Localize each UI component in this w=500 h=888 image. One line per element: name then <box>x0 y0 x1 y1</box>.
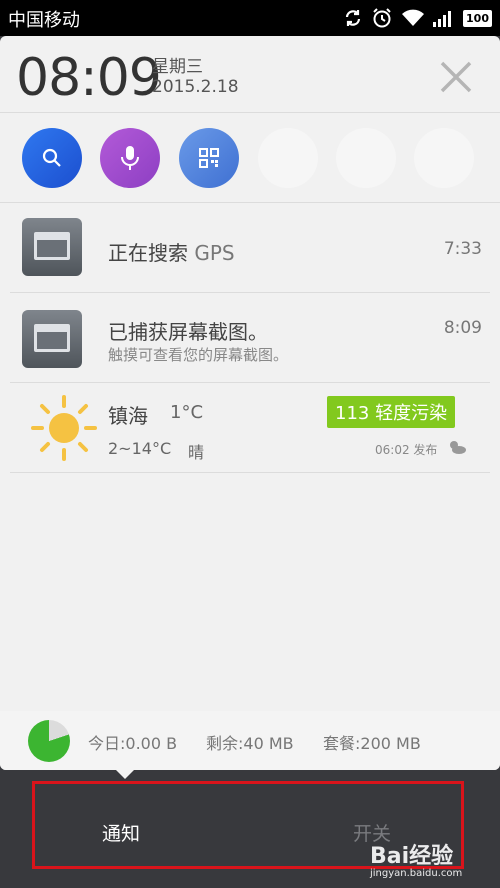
voice-toggle[interactable] <box>100 128 160 188</box>
weekday-label: 星期三 <box>152 57 203 77</box>
status-icons: 100 <box>343 7 492 29</box>
close-icon[interactable] <box>433 54 479 100</box>
tab-notifications[interactable]: 通知 <box>102 819 140 846</box>
screenshot-notification-subtitle: 触摸可查看您的屏幕截图。 <box>108 346 289 364</box>
sync-icon <box>345 10 361 26</box>
notification-divider <box>10 292 490 293</box>
date-label: 2015.2.18 <box>152 77 239 97</box>
data-plan: 套餐:200 MB <box>323 734 421 753</box>
alarm-icon <box>373 8 391 28</box>
screenshot-notification-time: 8:09 <box>443 318 482 338</box>
weather-divider <box>10 472 490 473</box>
carrier-name: 中国移动 <box>8 10 80 31</box>
status-bar: 中国移动 100 <box>0 0 500 36</box>
gps-notification-title[interactable]: 正在搜索 GPS <box>108 237 235 266</box>
gps-notification-time: 7:33 <box>443 239 482 259</box>
app-window-icon <box>22 218 82 276</box>
sun-icon <box>31 395 97 461</box>
weather-range: 2~14°C <box>108 439 172 458</box>
clock-time: 08:09 <box>16 48 162 108</box>
wifi-icon <box>402 9 425 26</box>
weather-city[interactable]: 镇海 <box>108 400 148 429</box>
battery-icon: 100 <box>463 9 492 27</box>
weather-publish-time: 06:02 发布 <box>375 443 438 457</box>
microphone-icon <box>121 146 139 170</box>
search-toggle[interactable] <box>22 128 82 188</box>
tab-indicator-caret <box>116 770 134 779</box>
weather-temperature: 1°C <box>170 402 204 423</box>
header-divider <box>0 112 500 113</box>
weather-condition: 晴 <box>188 443 205 462</box>
data-usage-bar[interactable]: 今日:0.00 B 剩余:40 MB 套餐:200 MB <box>0 711 500 770</box>
air-quality-badge: 113 轻度污染 <box>327 396 456 428</box>
data-remaining: 剩余:40 MB <box>206 734 294 753</box>
data-usage-pie-icon <box>28 720 70 762</box>
empty-toggle-slot[interactable] <box>336 128 396 188</box>
toggles-divider <box>0 202 500 203</box>
empty-toggle-slot[interactable] <box>258 128 318 188</box>
screenshot-notification-title[interactable]: 已捕获屏幕截图。 <box>108 316 268 345</box>
search-icon <box>42 148 61 167</box>
data-today: 今日:0.00 B <box>88 734 178 753</box>
app-window-icon <box>22 310 82 368</box>
cloudy-icon <box>450 441 466 454</box>
notification-divider <box>10 382 490 383</box>
empty-toggle-slot[interactable] <box>414 128 474 188</box>
qr-code-icon <box>199 148 219 168</box>
qr-scan-toggle[interactable] <box>179 128 239 188</box>
signal-icon <box>433 11 452 27</box>
baidu-jingyan-watermark: Bai经验 jingyan.baidu.com <box>370 844 463 879</box>
notification-panel: 08:09 星期三 2015.2.18 正在搜索 GPS 7:33 已捕获屏幕截… <box>0 36 500 770</box>
